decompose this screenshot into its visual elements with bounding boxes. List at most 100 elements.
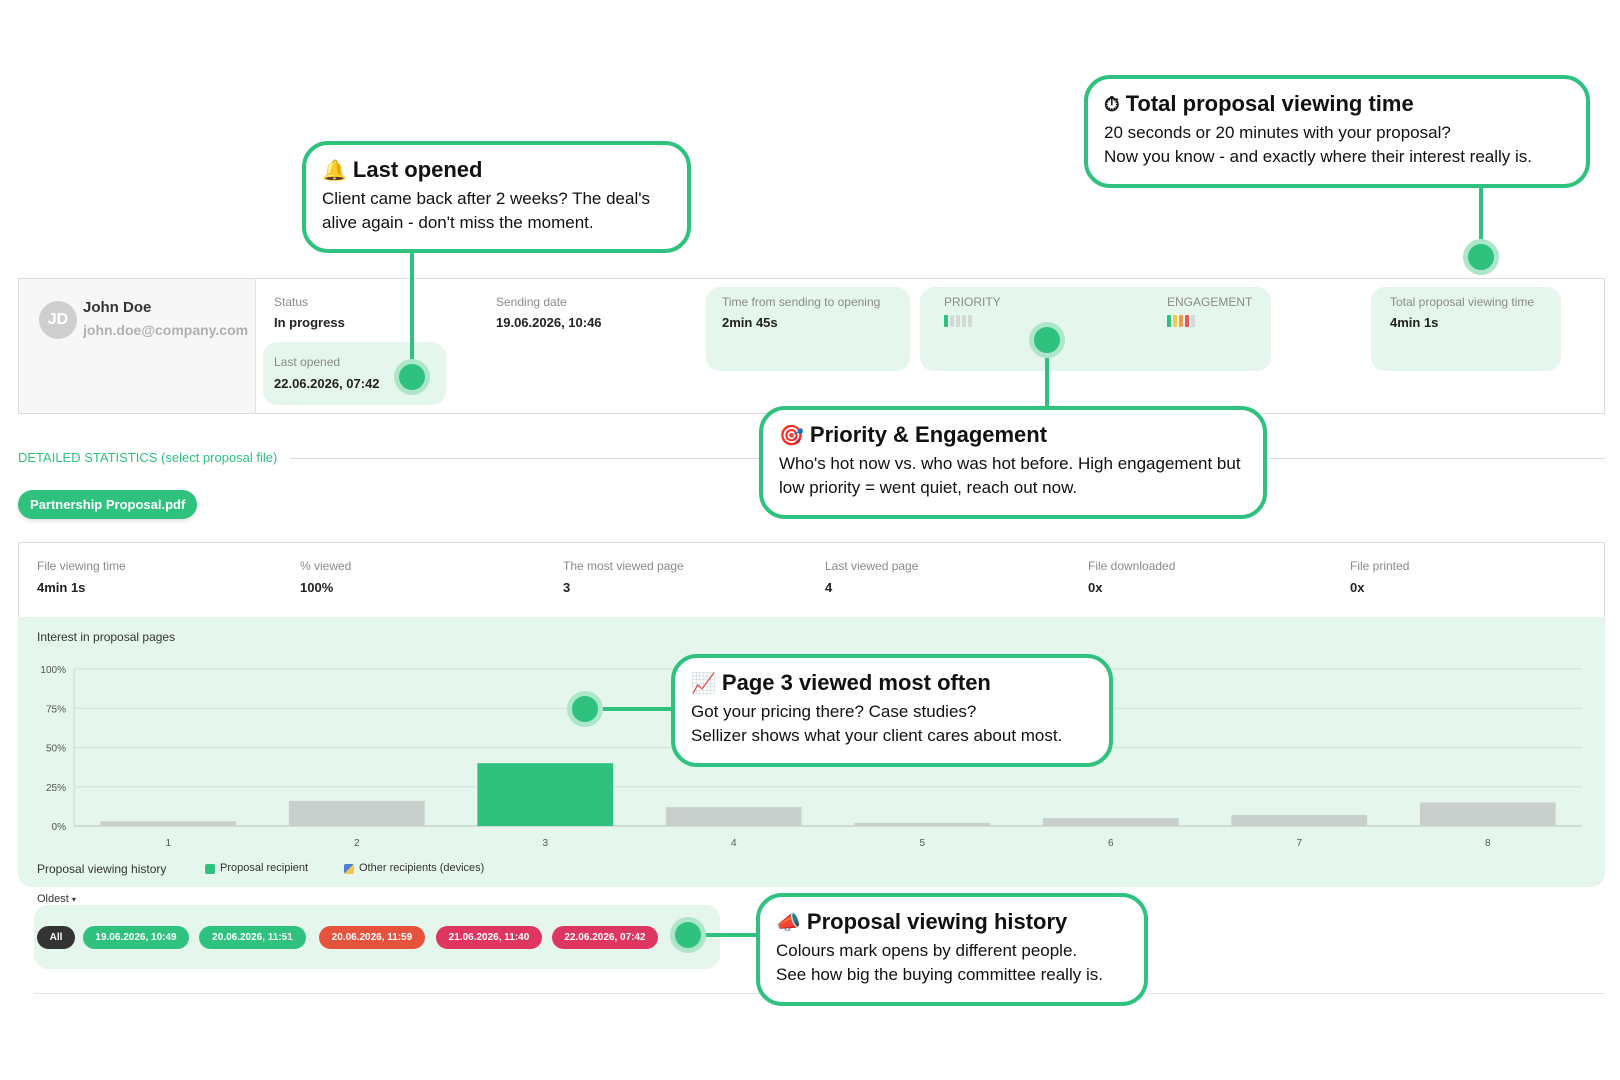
total-time-value: 4min 1s (1390, 315, 1439, 330)
detailed-statistics-title: DETAILED STATISTICS (select proposal fil… (18, 450, 278, 465)
hotspot-page3[interactable] (567, 691, 603, 727)
time-to-open-value: 2min 45s (722, 315, 778, 330)
callout-title-text: Last opened (352, 157, 483, 182)
session-chip[interactable]: 20.06.2026, 11:59 (319, 926, 425, 949)
callout-last-opened: 🔔 Last opened Client came back after 2 w… (302, 141, 691, 253)
callout-body-line: Got your pricing there? Case studies? (691, 702, 977, 721)
stat-label: File downloaded (1088, 559, 1176, 573)
stopwatch-icon: ⏱ (1104, 92, 1120, 116)
x-tick-label: 1 (165, 838, 171, 849)
priority-meter (944, 314, 980, 332)
session-chip[interactable]: 19.06.2026, 10:49 (83, 926, 189, 949)
x-tick-label: 3 (542, 838, 548, 849)
connector-line (595, 707, 675, 711)
chart-increasing-icon: 📈 (691, 671, 716, 695)
hotspot-priority[interactable] (1029, 322, 1065, 358)
bar-page-2 (288, 800, 425, 826)
callout-total-time: ⏱ Total proposal viewing time 20 seconds… (1084, 75, 1590, 188)
stat-percent-viewed: % viewed 100% (300, 559, 351, 595)
megaphone-icon: 📣 (776, 910, 801, 934)
history-label: Proposal viewing history (37, 862, 167, 876)
stat-most-viewed-page: The most viewed page 3 (563, 559, 684, 595)
callout-title: 📈 Page 3 viewed most often (691, 670, 1093, 696)
engagement-label: ENGAGEMENT (1167, 295, 1253, 309)
bar-page-6 (1042, 818, 1179, 826)
callout-body-line: See how big the buying committee really … (776, 965, 1103, 984)
legend-other-label: Other recipients (devices) (359, 862, 485, 874)
bar-page-5 (854, 822, 991, 826)
callout-title: 📣 Proposal viewing history (776, 909, 1128, 935)
stat-value: 3 (563, 580, 571, 595)
target-icon: 🎯 (779, 423, 804, 447)
stat-value: 4 (825, 580, 833, 595)
callout-title: 🎯 Priority & Engagement (779, 422, 1247, 448)
callout-body-line: Now you know - and exactly where their i… (1104, 147, 1533, 166)
hotspot-total-time[interactable] (1463, 239, 1499, 275)
engagement-meter (1167, 314, 1203, 332)
connector-line (700, 933, 756, 937)
status-label: Status (274, 295, 309, 309)
session-filter-all[interactable]: All (37, 926, 75, 949)
callout-title-text: Proposal viewing history (806, 909, 1068, 934)
callout-title-text: Page 3 viewed most often (721, 670, 991, 695)
y-tick-label: 75% (46, 704, 66, 715)
sending-date-label: Sending date (496, 295, 567, 309)
y-tick-label: 25% (46, 783, 66, 794)
legend-other-swatch (344, 864, 354, 874)
connector-line (410, 250, 414, 374)
session-chip[interactable]: 21.06.2026, 11:40 (436, 926, 542, 949)
x-tick-label: 6 (1108, 838, 1114, 849)
x-tick-label: 4 (731, 838, 737, 849)
x-tick-label: 2 (354, 838, 360, 849)
bar-page-7 (1231, 815, 1368, 826)
stat-label: Last viewed page (825, 559, 919, 573)
status-value: In progress (274, 315, 345, 330)
time-to-open-box: Time from sending to opening 2min 45s (706, 287, 910, 371)
hotspot-history[interactable] (670, 917, 706, 953)
callout-body-line: 20 seconds or 20 minutes with your propo… (1104, 123, 1451, 142)
history-sessions-panel: All 19.06.2026, 10:49 20.06.2026, 11:51 … (34, 905, 720, 969)
callout-title-text: Priority & Engagement (809, 422, 1048, 447)
sort-dropdown[interactable]: Oldest ▾ (37, 893, 76, 905)
y-tick-label: 50% (46, 744, 66, 755)
hotspot-last-opened[interactable] (394, 359, 430, 395)
y-tick-label: 0% (52, 822, 67, 833)
callout-page3: 📈 Page 3 viewed most often Got your pric… (671, 654, 1113, 767)
callout-body: Who's hot now vs. who was hot before. Hi… (779, 454, 1241, 497)
bar-page-8 (1419, 802, 1556, 826)
x-tick-label: 8 (1485, 838, 1491, 849)
sending-date-value: 19.06.2026, 10:46 (496, 315, 602, 330)
total-time-label: Total proposal viewing time (1390, 295, 1535, 309)
y-tick-label: 100% (40, 665, 66, 676)
stat-file-downloaded: File downloaded 0x (1088, 559, 1175, 595)
callout-title-text: Total proposal viewing time (1125, 91, 1414, 116)
session-chip[interactable]: 20.06.2026, 11:51 (199, 926, 306, 949)
avatar: JD (39, 301, 77, 339)
bar-page-1 (100, 821, 237, 826)
callout-body: Client came back after 2 weeks? The deal… (322, 189, 650, 232)
stat-label: File viewing time (37, 559, 126, 573)
stat-value: 4min 1s (37, 580, 86, 595)
last-opened-label: Last opened (274, 355, 341, 369)
bell-icon: 🔔 (322, 158, 347, 182)
stat-label: File printed (1350, 559, 1410, 573)
contact-info: JD John Doe john.doe@company.com (19, 279, 256, 413)
sort-label: Oldest (37, 893, 69, 905)
x-tick-label: 7 (1296, 838, 1302, 849)
stat-file-printed: File printed 0x (1350, 559, 1409, 595)
callout-title: ⏱ Total proposal viewing time (1104, 91, 1570, 117)
time-to-open-label: Time from sending to opening (722, 295, 881, 309)
callout-body-line: Colours mark opens by different people. (776, 941, 1078, 960)
bar-page-4 (665, 807, 802, 826)
stat-label: The most viewed page (563, 559, 684, 573)
stat-value: 0x (1088, 580, 1103, 595)
legend-recipient-swatch (205, 864, 215, 874)
stat-last-viewed-page: Last viewed page 4 (825, 559, 918, 595)
callout-history: 📣 Proposal viewing history Colours mark … (756, 893, 1148, 1006)
callout-body-line: Sellizer shows what your client cares ab… (691, 726, 1063, 745)
x-tick-label: 5 (919, 838, 925, 849)
total-time-box: Total proposal viewing time 4min 1s (1371, 287, 1561, 371)
stat-file-viewing-time: File viewing time 4min 1s (37, 559, 126, 595)
session-chip[interactable]: 22.06.2026, 07:42 (552, 926, 658, 949)
file-select-button[interactable]: Partnership Proposal.pdf (18, 490, 198, 519)
